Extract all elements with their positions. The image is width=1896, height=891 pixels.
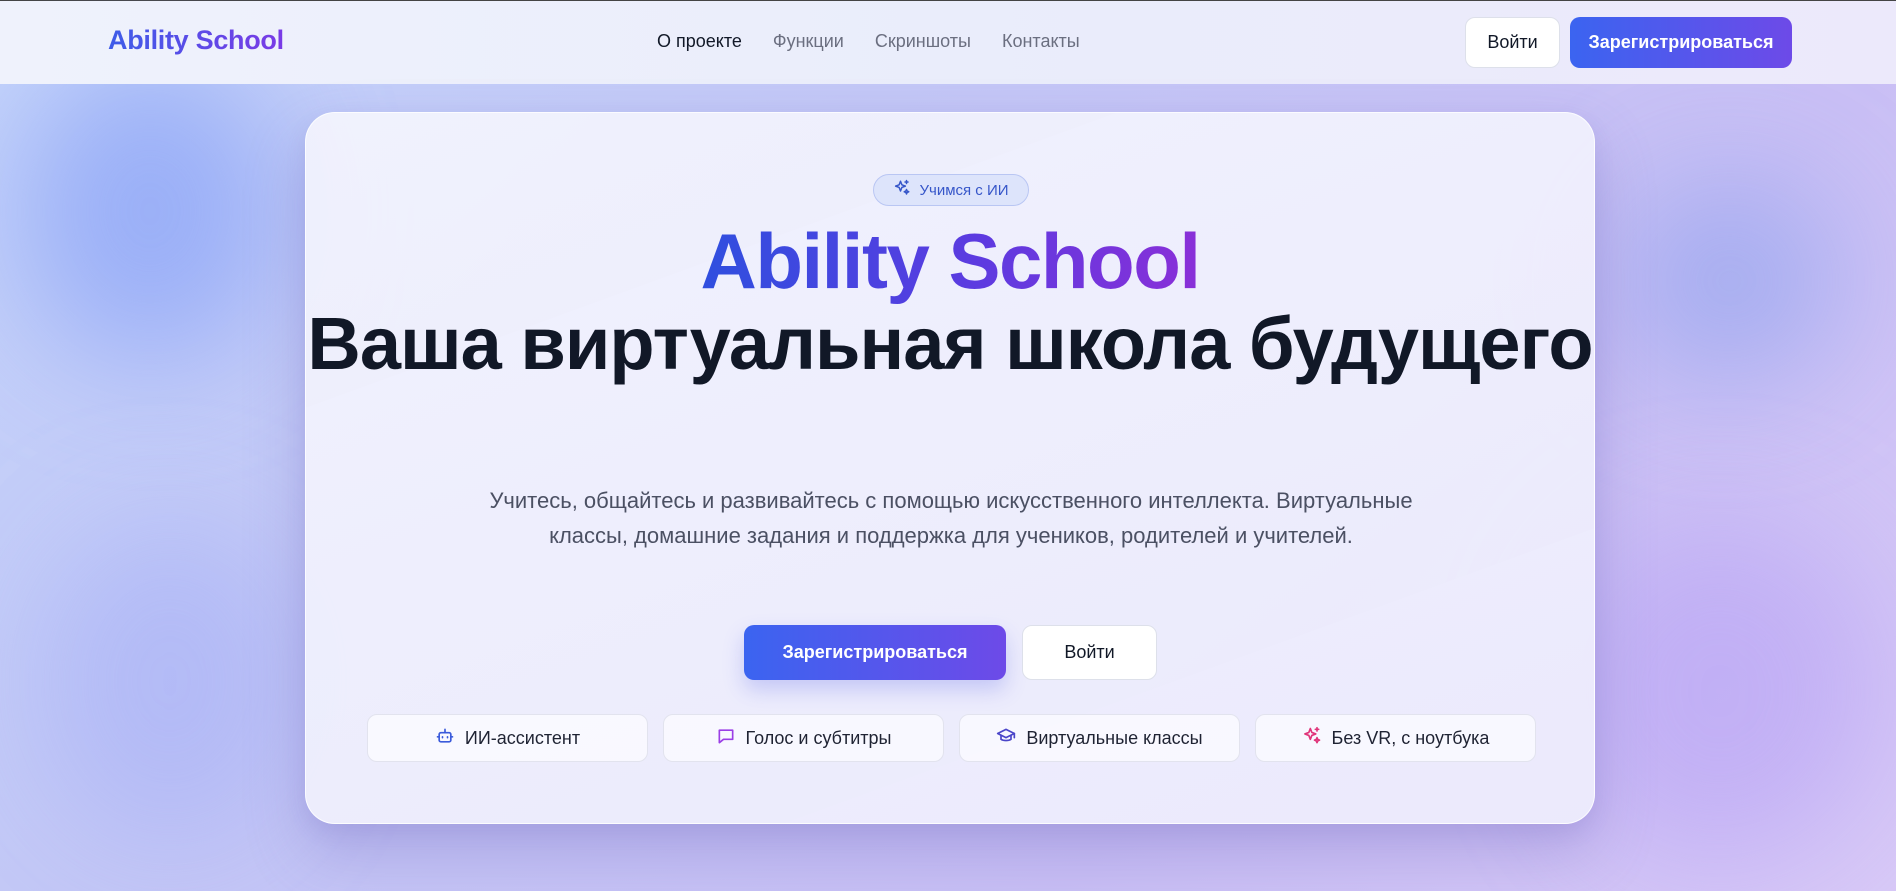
header-login-button[interactable]: Войти	[1465, 17, 1560, 68]
sparkles-icon	[1302, 726, 1322, 751]
feature-list: ИИ-ассистент Голос и субтитры Виртуальны…	[367, 714, 1536, 762]
site-header: Ability School О проекте Функции Скриншо…	[0, 1, 1896, 84]
ai-badge: Учимся с ИИ	[873, 174, 1029, 206]
feature-label: Голос и субтитры	[745, 727, 892, 748]
nav-item-screenshots[interactable]: Скриншоты	[875, 31, 971, 52]
nav-item-contacts[interactable]: Контакты	[1002, 31, 1080, 52]
main-nav: О проекте Функции Скриншоты Контакты	[657, 31, 1080, 52]
hero-card: Учимся с ИИ Ability School Ваша виртуаль…	[305, 112, 1595, 824]
message-icon	[716, 726, 736, 751]
hero-description: Учитесь, общайтесь и развивайтесь с помо…	[489, 488, 1413, 548]
hero-register-button[interactable]: Зарегистрироваться	[744, 625, 1006, 680]
page-title: Ваша виртуальная школа будущего	[307, 302, 1593, 385]
feature-item-virtual-classes: Виртуальные классы	[959, 714, 1240, 762]
feature-label: Виртуальные классы	[1026, 727, 1203, 748]
feature-item-no-vr: Без VR, с ноутбука	[1255, 714, 1536, 762]
background-blob	[40, 521, 300, 841]
feature-label: ИИ-ассистент	[464, 727, 581, 748]
badge-label: Учимся с ИИ	[919, 181, 1009, 199]
nav-item-features[interactable]: Функции	[773, 31, 844, 52]
feature-item-ai-assistant: ИИ-ассистент	[367, 714, 648, 762]
header-register-button[interactable]: Зарегистрироваться	[1570, 17, 1792, 68]
logo[interactable]: Ability School	[108, 25, 284, 56]
graduation-cap-icon	[996, 726, 1016, 751]
feature-item-voice-subtitles: Голос и субтитры	[663, 714, 944, 762]
hero-brand: Ability School	[700, 217, 1201, 305]
hero-login-button[interactable]: Войти	[1022, 625, 1157, 680]
background-blob	[1620, 181, 1840, 381]
sparkles-icon	[893, 179, 911, 201]
feature-label: Без VR, с ноутбука	[1331, 727, 1490, 748]
background-blob	[20, 61, 280, 361]
bot-icon	[435, 726, 455, 751]
nav-item-about[interactable]: О проекте	[657, 31, 742, 52]
background-blob	[1560, 521, 1880, 861]
